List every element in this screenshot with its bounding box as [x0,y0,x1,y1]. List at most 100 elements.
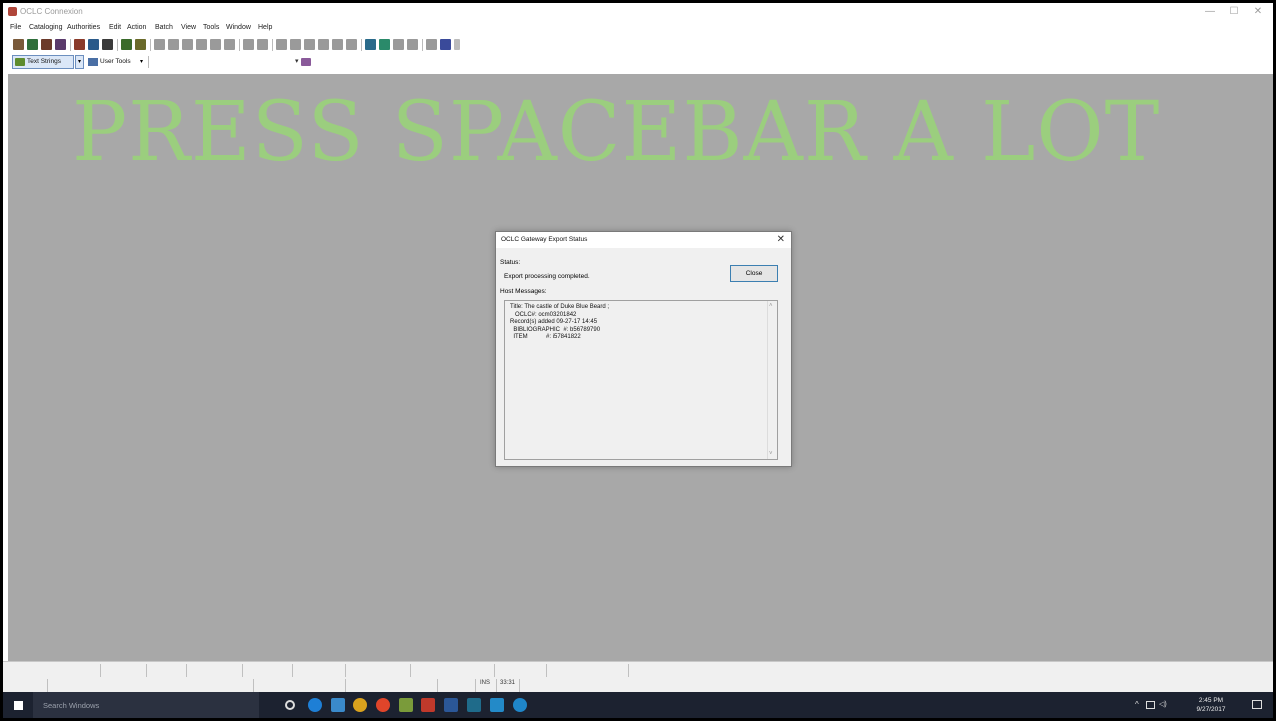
toolbar-overflow-icon[interactable] [454,39,460,50]
next-icon[interactable] [407,39,418,50]
status-value: Export processing completed. [504,273,590,280]
pointer-help-icon[interactable] [426,39,437,50]
internet-explorer-icon[interactable] [513,698,527,712]
user-tools-label: User Tools [100,58,131,65]
find-icon[interactable] [318,39,329,50]
user-tools-button[interactable]: User Tools [88,55,131,69]
list-view-icon[interactable] [379,39,390,50]
secondary-toolbar: Text Strings ▾ User Tools ▾ ▾ [10,54,410,71]
connect-icon[interactable] [13,39,24,50]
status-cell [546,664,547,677]
status-cell [345,679,346,692]
notification-icon[interactable] [1252,700,1262,709]
main-toolbar [13,37,713,53]
status-cell [345,664,346,677]
clock-time[interactable]: 2:45 PM [1186,697,1236,704]
browse-wc-icon[interactable] [41,39,52,50]
host-messages-scrollbar[interactable]: ˄ ˅ [767,301,777,459]
dialog-close-icon[interactable]: ✕ [777,234,785,246]
close-window-button[interactable]: ✕ [1247,5,1269,19]
app-green-icon[interactable] [399,698,413,712]
help-icon[interactable] [440,39,451,50]
clock-date[interactable]: 9/27/2017 [1186,706,1236,713]
search-placeholder: Search Windows [43,701,100,710]
maximize-button[interactable]: ☐ [1223,5,1245,19]
app-red-icon[interactable] [376,698,390,712]
toolbar-separator [117,39,118,51]
dialog-title-bar: OCLC Gateway Export Status ✕ [496,232,791,248]
toolbar-separator [422,39,423,51]
edge-icon[interactable] [308,698,322,712]
workform-icon[interactable] [121,39,132,50]
connexion-icon[interactable] [490,698,504,712]
text-strings-icon [15,58,25,66]
extra-tool-dropdown[interactable]: ▾ [295,55,299,69]
word-icon[interactable] [444,698,458,712]
acrobat-icon[interactable] [421,698,435,712]
taskbar-search-box[interactable]: Search Windows [33,692,259,718]
text-strings-label: Text Strings [27,58,61,65]
title-bar: OCLC Connexion — ☐ ✕ [3,3,1273,21]
close-button[interactable]: Close [730,265,778,282]
update-holdings-icon[interactable] [210,39,221,50]
chrome-icon[interactable] [353,698,367,712]
start-button[interactable] [3,692,33,718]
app-blue-icon[interactable] [467,698,481,712]
search-wc-icon[interactable] [27,39,38,50]
online-save-icon[interactable] [88,39,99,50]
menu-edit[interactable]: Edit [109,24,121,31]
send-icon[interactable] [243,39,254,50]
validate-icon[interactable] [154,39,165,50]
local-file-icon[interactable] [74,39,85,50]
screen: OCLC Connexion — ☐ ✕ File Cataloging Aut… [3,3,1273,718]
reformat-icon[interactable] [182,39,193,50]
cut-icon[interactable] [276,39,287,50]
status-cell [292,664,293,677]
macro-icon[interactable] [301,58,311,66]
network-icon[interactable] [1146,701,1155,709]
host-messages-box[interactable]: Title: The castle of Duke Blue Beard ; O… [504,300,778,460]
status-cell [47,679,48,692]
toolbar-separator [150,39,151,51]
control-headings-icon[interactable] [168,39,179,50]
menu-tools[interactable]: Tools [203,24,219,31]
user-tools-dropdown[interactable]: ▾ [140,55,143,69]
menu-bar: File Cataloging Authorities Edit Action … [3,23,1273,36]
previous-icon[interactable] [393,39,404,50]
menu-view[interactable]: View [181,24,196,31]
status-cell [146,664,147,677]
print-icon[interactable] [257,39,268,50]
tray-chevron-icon[interactable]: ^ [1135,700,1139,709]
produce-icon[interactable] [224,39,235,50]
save-file-icon[interactable] [102,39,113,50]
menu-file[interactable]: File [10,24,21,31]
paste-icon[interactable] [304,39,315,50]
windows-logo-icon [14,701,23,710]
scroll-down-icon[interactable]: ˅ [769,451,773,457]
replace-icon[interactable] [332,39,343,50]
menu-action[interactable]: Action [127,24,146,31]
text-strings-dropdown[interactable]: ▾ [75,55,84,69]
copy-icon[interactable] [290,39,301,50]
status-cell [437,679,438,692]
minimize-button[interactable]: — [1199,5,1221,19]
text-strings-button[interactable]: Text Strings [12,55,74,69]
menu-window[interactable]: Window [226,24,251,31]
volume-icon[interactable]: ◁) [1159,700,1167,708]
file-explorer-icon[interactable] [331,698,345,712]
record-view-icon[interactable] [365,39,376,50]
insert-field-icon[interactable] [346,39,357,50]
menu-authorities[interactable]: Authorities [67,24,100,31]
cursor-position: 33:31 [500,680,516,686]
scroll-up-icon[interactable]: ˄ [769,303,773,309]
overlay-caption: PRESS SPACEBAR A LOT [72,85,1161,180]
derive-icon[interactable] [196,39,207,50]
constant-data-icon[interactable] [135,39,146,50]
menu-batch[interactable]: Batch [155,24,173,31]
task-view-icon[interactable] [285,700,295,710]
menu-help[interactable]: Help [258,24,272,31]
menu-cataloging[interactable]: Cataloging [29,24,62,31]
host-message-line: BIBLIOGRAPHIC #: b56789790 [510,326,601,333]
search-auth-icon[interactable] [55,39,66,50]
status-cell [410,664,411,677]
